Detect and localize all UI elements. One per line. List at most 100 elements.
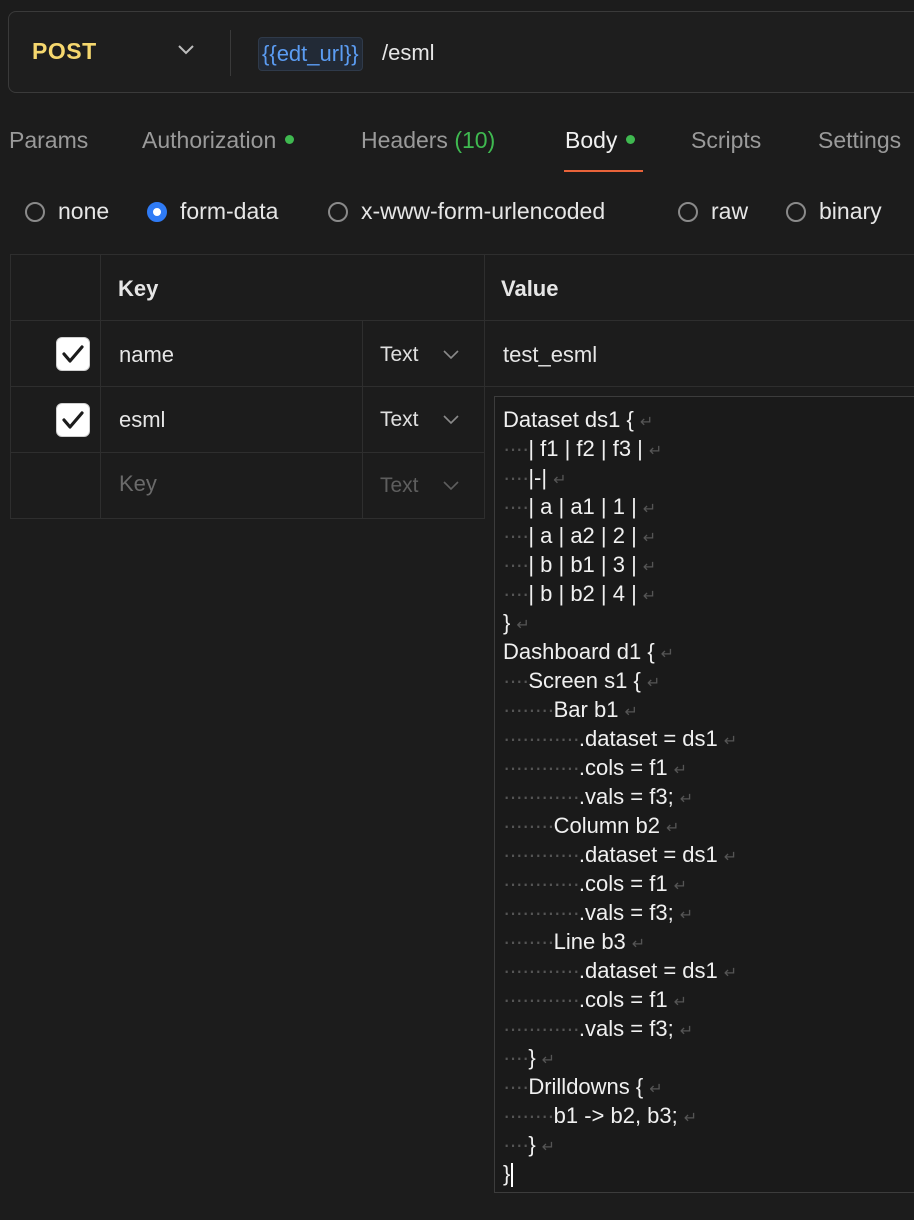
whitespace-marker: ···· bbox=[503, 465, 529, 490]
key-header-label: Key bbox=[118, 276, 159, 301]
radio-x-www-form-urlencoded[interactable]: x-www-form-urlencoded bbox=[328, 198, 605, 225]
whitespace-marker: ···· bbox=[503, 581, 529, 606]
whitespace-marker: ············ bbox=[503, 842, 580, 867]
line-return-icon: ↵ bbox=[541, 1052, 556, 1069]
esml-value-editor[interactable]: Dataset ds1 {↵ ····| f1 | f2 | f3 | ↵ ····|… bbox=[494, 396, 914, 1193]
tab-scripts[interactable]: Scripts bbox=[691, 127, 761, 154]
code-text: .dataset = ds1 bbox=[578, 842, 718, 867]
value-cell[interactable]: test_esml bbox=[484, 320, 914, 387]
line-return-icon: ↵ bbox=[723, 733, 738, 750]
key-text: esml bbox=[119, 407, 166, 432]
tab-authorization[interactable]: Authorization bbox=[142, 127, 295, 154]
line-return-icon: ↵ bbox=[660, 646, 675, 663]
whitespace-marker: ············ bbox=[503, 726, 580, 751]
key-cell[interactable]: esml bbox=[100, 386, 363, 453]
type-dropdown[interactable]: Text bbox=[362, 386, 485, 453]
type-dropdown[interactable]: Text bbox=[362, 452, 485, 519]
table-header-key: Key bbox=[100, 254, 485, 321]
line-return-icon: ↵ bbox=[646, 675, 661, 692]
code-text: Screen s1 { bbox=[528, 668, 641, 693]
radio-form-data[interactable]: form-data bbox=[147, 198, 278, 225]
line-return-icon: ↵ bbox=[673, 878, 687, 895]
value-text: test_esml bbox=[503, 342, 598, 367]
line-return-icon: ↵ bbox=[631, 936, 646, 953]
line-return-icon: ↵ bbox=[673, 994, 687, 1011]
code-line: ····| a | a1 | 1 | ↵ bbox=[503, 492, 656, 521]
whitespace-marker: ············ bbox=[503, 755, 580, 780]
code-text: | f1 | f2 | f3 | bbox=[528, 436, 643, 461]
table-header-value: Value bbox=[484, 254, 914, 321]
chevron-down-icon bbox=[443, 481, 459, 491]
type-label: Text bbox=[380, 408, 419, 431]
radio-label: form-data bbox=[180, 198, 279, 224]
radio-circle-icon bbox=[786, 201, 806, 222]
whitespace-marker: ············ bbox=[503, 784, 580, 809]
code-line: ····} ↵ bbox=[503, 1130, 555, 1159]
code-text: | b | b1 | 3 | bbox=[528, 552, 637, 577]
code-line: ········Column b2 ↵ bbox=[503, 811, 679, 840]
code-line: ····| b | b1 | 3 | ↵ bbox=[503, 550, 656, 579]
code-text: | b | b2 | 4 | bbox=[528, 581, 637, 606]
radio-label: none bbox=[58, 198, 110, 224]
whitespace-marker: ············ bbox=[503, 958, 580, 983]
line-return-icon: ↵ bbox=[624, 704, 638, 721]
code-text: .dataset = ds1 bbox=[578, 958, 718, 983]
whitespace-marker: ············ bbox=[503, 1016, 580, 1041]
whitespace-marker: ···· bbox=[503, 552, 529, 577]
line-return-icon: ↵ bbox=[679, 907, 694, 924]
line-return-icon: ↵ bbox=[683, 1110, 698, 1127]
row-enabled-checkbox[interactable] bbox=[56, 337, 90, 371]
request-url-bar: POST {{edt_url}} /esml bbox=[8, 11, 914, 93]
checkmark-icon bbox=[62, 411, 84, 429]
radio-raw[interactable]: raw bbox=[678, 198, 748, 225]
url-variable-chip[interactable]: {{edt_url}} bbox=[258, 37, 363, 71]
code-text: b1 -> b2, b3; bbox=[553, 1103, 678, 1128]
key-cell[interactable]: name bbox=[100, 320, 363, 387]
code-text: Drilldowns { bbox=[528, 1074, 644, 1099]
url-divider bbox=[230, 30, 231, 76]
code-line: ············.cols = f1 ↵ bbox=[503, 869, 687, 898]
whitespace-marker: ···· bbox=[503, 1132, 529, 1157]
whitespace-marker: ········ bbox=[503, 697, 555, 722]
checkmark-icon bbox=[62, 345, 84, 363]
line-return-icon: ↵ bbox=[648, 443, 663, 460]
chevron-down-icon[interactable] bbox=[177, 44, 195, 56]
row-enabled-checkbox[interactable] bbox=[56, 403, 90, 437]
url-path-input[interactable]: /esml bbox=[382, 40, 435, 66]
code-line: Dataset ds1 {↵ bbox=[503, 405, 653, 434]
code-text: Column b2 bbox=[553, 813, 660, 838]
status-dot bbox=[285, 135, 295, 145]
tab-params[interactable]: Params bbox=[9, 127, 88, 154]
line-return-icon: ↵ bbox=[723, 849, 738, 866]
table-row bbox=[10, 320, 101, 387]
chevron-down-icon bbox=[443, 350, 459, 360]
code-text: } bbox=[528, 1132, 536, 1157]
active-tab-indicator bbox=[564, 170, 643, 172]
http-method-select[interactable]: POST bbox=[32, 38, 97, 65]
type-label: Text bbox=[380, 474, 419, 497]
radio-none[interactable]: none bbox=[25, 198, 109, 225]
code-line: ····Screen s1 {↵ bbox=[503, 666, 660, 695]
code-text: .vals = f3; bbox=[578, 1016, 674, 1041]
line-return-icon: ↵ bbox=[679, 791, 694, 808]
type-dropdown[interactable]: Text bbox=[362, 320, 485, 387]
code-line: ········Bar b1 ↵ bbox=[503, 695, 638, 724]
chevron-down-icon bbox=[443, 415, 459, 425]
code-text: .vals = f3; bbox=[578, 784, 674, 809]
tab-body[interactable]: Body bbox=[565, 127, 636, 154]
table-row-empty bbox=[10, 452, 101, 519]
tab-label: Scripts bbox=[691, 127, 762, 153]
table-header-checkbox-col bbox=[10, 254, 101, 321]
new-key-input[interactable]: Key bbox=[100, 452, 363, 519]
line-return-icon: ↵ bbox=[649, 1081, 663, 1098]
tab-headers[interactable]: Headers (10) bbox=[361, 127, 495, 154]
radio-binary[interactable]: binary bbox=[786, 198, 882, 225]
whitespace-marker: ···· bbox=[503, 494, 529, 519]
tab-label: Params bbox=[9, 127, 89, 153]
radio-label: binary bbox=[819, 198, 882, 224]
line-return-icon: ↵ bbox=[723, 965, 738, 982]
code-text: Bar b1 bbox=[553, 697, 619, 722]
tab-label: Headers bbox=[361, 127, 448, 153]
code-text: Line b3 bbox=[553, 929, 626, 954]
tab-settings[interactable]: Settings bbox=[818, 127, 901, 154]
